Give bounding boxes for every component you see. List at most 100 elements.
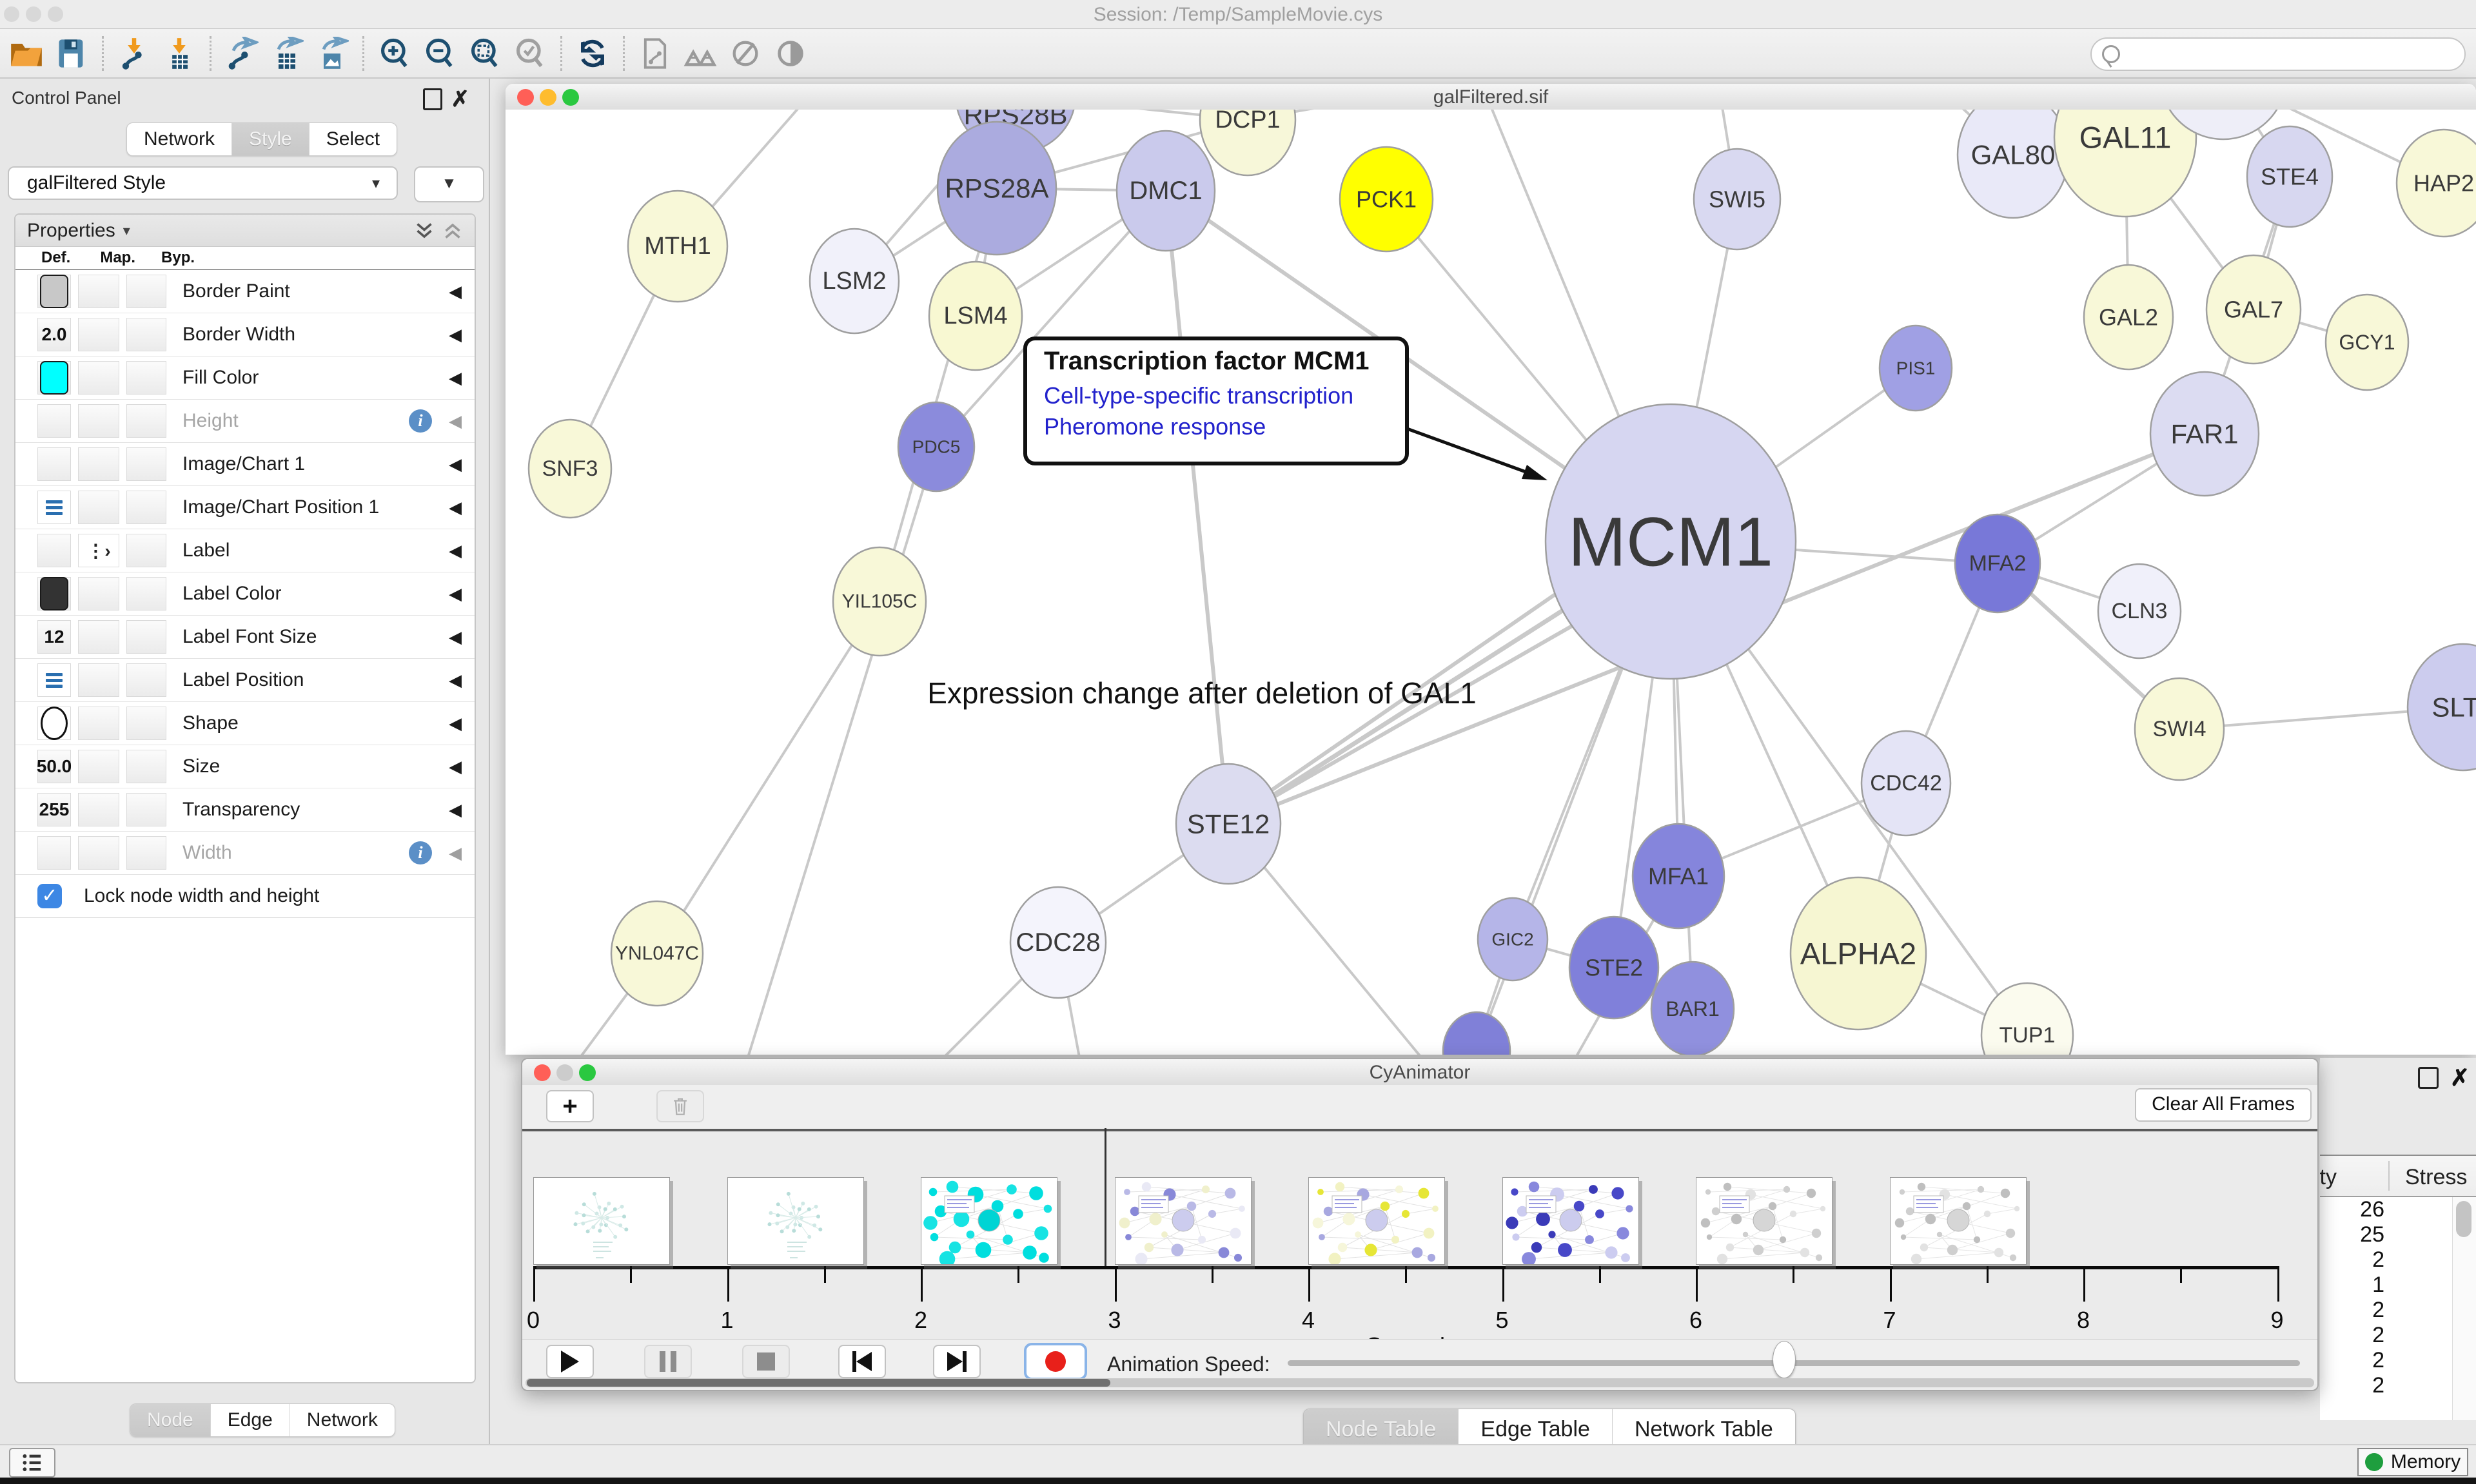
frame-thumbnail-0[interactable] — [533, 1177, 670, 1265]
expand-row-icon[interactable]: ◀ — [449, 714, 462, 734]
expand-row-icon[interactable]: ◀ — [449, 325, 462, 345]
expand-row-icon[interactable]: ◀ — [449, 368, 462, 388]
style-selector[interactable]: galFiltered Style ▾ — [8, 166, 398, 200]
properties-header[interactable]: Properties ▾ — [15, 215, 475, 247]
frame-thumbnail-5[interactable] — [1502, 1177, 1639, 1265]
tab-edge[interactable]: Edge — [211, 1404, 290, 1436]
property-row-height[interactable]: Heighti◀ — [15, 400, 475, 443]
overview-icon[interactable] — [680, 34, 720, 73]
property-row-border-width[interactable]: 2.0Border Width◀ — [15, 313, 475, 356]
add-frame-button[interactable]: + — [546, 1090, 594, 1122]
expand-row-icon[interactable]: ◀ — [449, 411, 462, 431]
info-icon[interactable]: i — [409, 409, 432, 433]
frame-thumbnail-2[interactable] — [921, 1177, 1057, 1265]
expand-row-icon[interactable]: ◀ — [449, 541, 462, 561]
table-cell[interactable]: 2 — [2320, 1373, 2384, 1398]
tab-network[interactable]: Network — [290, 1404, 395, 1436]
property-row-image-chart-position-1[interactable]: Image/Chart Position 1◀ — [15, 486, 475, 529]
style-options-button[interactable]: ▼ — [414, 166, 484, 202]
network-file-icon[interactable] — [635, 34, 675, 73]
timeline-playhead[interactable] — [1105, 1128, 1106, 1266]
expand-row-icon[interactable]: ◀ — [449, 584, 462, 604]
expand-row-icon[interactable]: ◀ — [449, 282, 462, 302]
annotation-link[interactable]: Pheromone response — [1044, 413, 1405, 440]
float-panel-icon[interactable] — [2418, 1067, 2439, 1089]
table-cell[interactable]: 2 — [2320, 1247, 2384, 1273]
property-row-shape[interactable]: Shape◀ — [15, 702, 475, 745]
expand-row-icon[interactable]: ◀ — [449, 757, 462, 777]
info-icon[interactable]: i — [409, 841, 432, 864]
property-row-fill-color[interactable]: Fill Color◀ — [15, 356, 475, 400]
pause-button[interactable] — [644, 1345, 692, 1378]
zoom-out-icon[interactable] — [420, 34, 460, 73]
expand-collapse-icons[interactable] — [413, 220, 464, 247]
timeline[interactable]: Seconds 0123456789 — [522, 1131, 2317, 1339]
expand-row-icon[interactable]: ◀ — [449, 800, 462, 820]
property-row-border-paint[interactable]: Border Paint◀ — [15, 270, 475, 313]
tab-select[interactable]: Select — [310, 123, 397, 155]
column-header[interactable]: ity — [2320, 1165, 2337, 1190]
import-network-icon[interactable] — [114, 34, 154, 73]
table-cell[interactable]: 2 — [2320, 1348, 2384, 1373]
table-cell[interactable]: 1 — [2320, 1273, 2384, 1298]
stop-button[interactable] — [742, 1345, 790, 1378]
export-image-icon[interactable] — [312, 34, 352, 73]
expand-row-icon[interactable]: ◀ — [449, 627, 462, 647]
show-details-icon[interactable] — [771, 34, 811, 73]
network-canvas[interactable]: RPS28BRPS28ADMC1DCP1PCK1MTH1LSM2LSM4SNF3… — [506, 110, 2476, 1055]
zoom-selected-icon[interactable] — [510, 34, 550, 73]
column-header[interactable]: Stress — [2405, 1165, 2467, 1190]
expand-row-icon[interactable]: ◀ — [449, 454, 462, 474]
column-divider[interactable] — [2388, 1161, 2390, 1191]
zoom-in-icon[interactable] — [375, 34, 415, 73]
table-scrollbar[interactable] — [2452, 1197, 2476, 1420]
float-panel-icon[interactable] — [423, 88, 442, 110]
open-session-icon[interactable] — [6, 34, 46, 73]
table-cell[interactable]: 2 — [2320, 1323, 2384, 1348]
property-row-label[interactable]: ⋮›Label◀ — [15, 529, 475, 572]
delete-frame-button[interactable] — [656, 1090, 704, 1122]
scrollbar-thumb[interactable] — [527, 1379, 1110, 1387]
play-button[interactable] — [546, 1345, 594, 1378]
annotation-link[interactable]: Cell-type-specific transcription — [1044, 382, 1405, 409]
expand-row-icon[interactable]: ◀ — [449, 498, 462, 518]
property-row-label-color[interactable]: Label Color◀ — [15, 572, 475, 616]
checkbox-checked-icon[interactable]: ✓ — [37, 884, 62, 908]
export-table-icon[interactable] — [267, 34, 307, 73]
save-session-icon[interactable] — [52, 34, 92, 73]
export-network-icon[interactable] — [222, 34, 262, 73]
expand-row-icon[interactable]: ◀ — [449, 843, 462, 863]
cyanimator-titlebar[interactable]: CyAnimator — [522, 1059, 2317, 1086]
property-row-transparency[interactable]: 255Transparency◀ — [15, 788, 475, 832]
frame-thumbnail-6[interactable] — [1696, 1177, 1832, 1265]
timeline-scrollbar[interactable] — [526, 1378, 2314, 1387]
frame-thumbnail-3[interactable] — [1115, 1177, 1252, 1265]
table-cell[interactable]: 25 — [2320, 1222, 2384, 1247]
annotation-box[interactable]: Transcription factor MCM1 Cell-type-spec… — [1023, 337, 1409, 465]
import-table-icon[interactable] — [159, 34, 199, 73]
clear-all-frames-button[interactable]: Clear All Frames — [2135, 1088, 2312, 1122]
record-button[interactable] — [1024, 1343, 1087, 1380]
table-cell[interactable]: 2 — [2320, 1298, 2384, 1323]
frame-thumbnail-1[interactable] — [727, 1177, 864, 1265]
property-row-width[interactable]: Widthi◀ — [15, 832, 475, 875]
tab-style[interactable]: Style — [232, 123, 310, 155]
node-table-header[interactable]: ity Stress — [2320, 1156, 2476, 1197]
property-row-label-font-size[interactable]: 12Label Font Size◀ — [15, 616, 475, 659]
network-window-titlebar[interactable]: galFiltered.sif — [506, 84, 2476, 110]
speed-slider-handle[interactable] — [1773, 1341, 1796, 1378]
lock-size-row[interactable]: ✓ Lock node width and height — [15, 875, 475, 918]
hide-details-icon[interactable] — [725, 34, 765, 73]
expand-row-icon[interactable]: ◀ — [449, 670, 462, 690]
search-input[interactable] — [2090, 37, 2466, 71]
frame-thumbnail-7[interactable] — [1890, 1177, 2027, 1265]
property-row-size[interactable]: 50.0Size◀ — [15, 745, 475, 788]
close-panel-icon[interactable]: ✗ — [451, 87, 480, 112]
close-panel-icon[interactable]: ✗ — [2450, 1064, 2470, 1091]
tab-node[interactable]: Node — [130, 1404, 211, 1436]
property-row-image-chart-1[interactable]: Image/Chart 1◀ — [15, 443, 475, 486]
table-cell[interactable]: 26 — [2320, 1197, 2384, 1222]
tab-network[interactable]: Network — [127, 123, 232, 155]
frame-thumbnail-4[interactable] — [1308, 1177, 1445, 1265]
go-to-end-button[interactable] — [933, 1345, 981, 1378]
